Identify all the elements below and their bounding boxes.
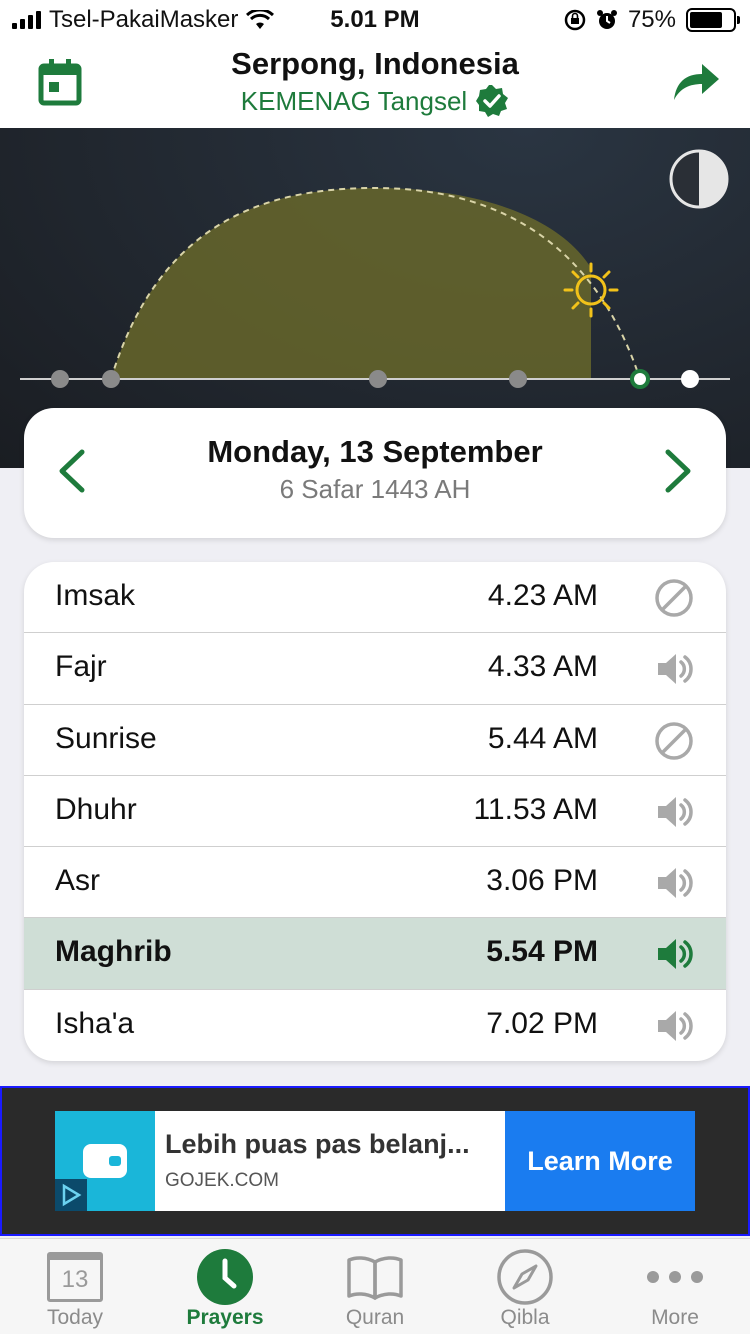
tab-label-prayers: Prayers bbox=[186, 1306, 264, 1329]
sun-arc-fill bbox=[111, 188, 591, 379]
wallet-icon bbox=[55, 1111, 155, 1211]
speaker-icon[interactable] bbox=[654, 1006, 694, 1046]
prayer-name: Sunrise bbox=[55, 721, 157, 755]
battery-percent: 75% bbox=[627, 6, 676, 33]
prayer-times-list: Imsak 4.23 AM Fajr 4.33 AM Sunrise 5.44 AM Dhu… bbox=[24, 562, 726, 1061]
prayer-time: 3.06 PM bbox=[486, 864, 598, 898]
tab-more[interactable]: More bbox=[600, 1239, 750, 1334]
location-title[interactable]: Serpong, Indonesia bbox=[0, 46, 750, 82]
prayer-name: Isha'a bbox=[55, 1006, 135, 1040]
calendar-day-icon: 13 bbox=[47, 1252, 103, 1302]
marker-dhuhr bbox=[369, 370, 387, 388]
speaker-icon[interactable] bbox=[654, 863, 694, 903]
tab-label-quran: Quran bbox=[345, 1306, 405, 1329]
prayer-time: 5.44 AM bbox=[487, 721, 598, 755]
gregorian-date: Monday, 13 September bbox=[207, 434, 543, 469]
marker-fajr bbox=[102, 370, 120, 388]
hijri-date: 6 Safar 1443 AH bbox=[279, 474, 471, 504]
prayer-row-maghrib[interactable]: Maghrib 5.54 PM bbox=[24, 918, 726, 990]
prayer-row-ishaa[interactable]: Isha'a 7.02 PM bbox=[24, 990, 726, 1061]
learn-more-button[interactable]: Learn More bbox=[505, 1111, 695, 1211]
prayer-time: 4.23 AM bbox=[487, 579, 598, 612]
marker-maghrib bbox=[630, 369, 650, 389]
muted-icon[interactable] bbox=[654, 578, 694, 618]
tab-label-qibla: Qibla bbox=[500, 1306, 550, 1329]
chevron-right-icon bbox=[665, 449, 691, 493]
ad-choices-icon[interactable] bbox=[55, 1179, 87, 1211]
muted-icon[interactable] bbox=[654, 721, 694, 761]
tab-label-today: Today bbox=[46, 1306, 104, 1329]
prayer-time: 11.53 AM bbox=[473, 792, 598, 826]
prayer-time: 4.33 AM bbox=[487, 650, 598, 684]
speaker-icon[interactable] bbox=[654, 792, 694, 832]
tab-prayers[interactable]: Prayers bbox=[150, 1239, 300, 1334]
prayer-time: 7.02 PM bbox=[486, 1006, 598, 1040]
book-icon bbox=[347, 1256, 403, 1300]
marker-isha bbox=[681, 370, 699, 388]
marker-asr bbox=[509, 370, 527, 388]
ad-content[interactable]: Lebih puas pas belanj... GOJEK.COM Learn… bbox=[55, 1111, 695, 1211]
date-card: Monday, 13 September 6 Safar 1443 AH bbox=[24, 408, 726, 538]
speaker-icon[interactable] bbox=[654, 649, 694, 689]
prayer-name: Asr bbox=[55, 864, 100, 898]
prayer-name: Dhuhr bbox=[55, 792, 137, 826]
authority-label: KEMENAG Tangsel bbox=[240, 85, 468, 116]
status-bar: Tsel-PakaiMasker 5.01 PM 75% bbox=[0, 0, 750, 40]
more-dots-icon bbox=[647, 1271, 703, 1283]
tab-today[interactable]: 13 Today bbox=[0, 1239, 150, 1334]
compass-icon bbox=[497, 1249, 553, 1305]
tab-bar: 13 Today Prayers Quran Qibla More bbox=[0, 1238, 750, 1334]
prayer-row-imsak[interactable]: Imsak 4.23 AM bbox=[24, 562, 726, 634]
prayer-name: Imsak bbox=[55, 579, 136, 612]
prayer-row-fajr[interactable]: Fajr 4.33 AM bbox=[24, 633, 726, 705]
ad-headline: Lebih puas pas belanj... bbox=[165, 1129, 470, 1159]
prayer-name: Maghrib bbox=[55, 935, 172, 969]
marker-imsak bbox=[51, 370, 69, 388]
share-icon[interactable] bbox=[672, 60, 720, 100]
next-day-button[interactable] bbox=[654, 446, 704, 496]
half-circle-icon[interactable] bbox=[668, 148, 730, 210]
prayer-row-dhuhr[interactable]: Dhuhr 11.53 AM bbox=[24, 776, 726, 848]
verified-check-icon bbox=[476, 85, 509, 117]
tab-quran[interactable]: Quran bbox=[300, 1239, 450, 1334]
prayer-time: 5.54 PM bbox=[486, 935, 598, 969]
prayer-row-asr[interactable]: Asr 3.06 PM bbox=[24, 847, 726, 919]
battery-icon bbox=[686, 8, 740, 32]
ad-domain: GOJEK.COM bbox=[165, 1170, 280, 1191]
ad-banner[interactable]: Lebih puas pas belanj... GOJEK.COM Learn… bbox=[0, 1086, 750, 1236]
alarm-icon bbox=[596, 10, 617, 29]
app-header: Serpong, Indonesia KEMENAG Tangsel bbox=[0, 40, 750, 128]
prayer-name: Fajr bbox=[55, 650, 107, 684]
speaker-icon[interactable] bbox=[654, 934, 694, 974]
prayer-row-sunrise[interactable]: Sunrise 5.44 AM bbox=[24, 705, 726, 776]
rotation-lock-icon bbox=[564, 9, 586, 31]
tab-qibla[interactable]: Qibla bbox=[450, 1239, 600, 1334]
tab-label-more: More bbox=[651, 1306, 699, 1329]
authority-subtitle[interactable]: KEMENAG Tangsel bbox=[0, 84, 750, 118]
clock-icon bbox=[197, 1249, 253, 1305]
